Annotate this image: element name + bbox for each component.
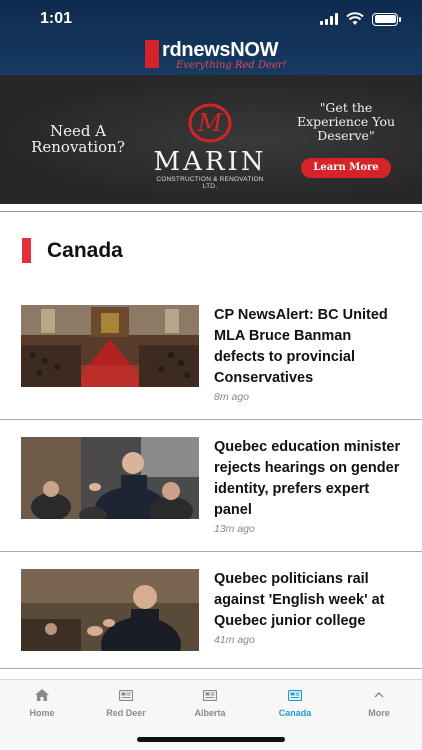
article-item[interactable]: Quebec education minister rejects hearin… xyxy=(0,437,422,552)
article-item[interactable]: CP NewsAlert: BC United MLA Bruce Banman… xyxy=(0,305,422,420)
article-timestamp: 13m ago xyxy=(214,523,255,535)
politician-speaking-photo-icon xyxy=(21,569,199,651)
newspaper-icon xyxy=(203,689,217,701)
logo-mark xyxy=(145,40,159,68)
article-title[interactable]: Quebec politicians rail against 'English… xyxy=(214,569,404,632)
home-indicator xyxy=(137,737,285,742)
status-bar: 1:01 xyxy=(0,0,422,38)
divider xyxy=(0,211,422,212)
ad-brand-name: MARIN xyxy=(153,147,267,177)
chevron-up-icon xyxy=(374,692,384,698)
status-icons xyxy=(320,12,401,26)
newspaper-icon xyxy=(288,689,302,701)
logo-title: rdnewsNOW xyxy=(162,39,279,61)
ad-headline: Need A Renovation? xyxy=(31,122,125,156)
article-item[interactable]: Quebec politicians rail against 'English… xyxy=(0,569,422,669)
divider xyxy=(0,668,422,669)
app-header: 1:01 rdnewsNOW Everything Red Deer! xyxy=(0,0,422,75)
article-timestamp: 41m ago xyxy=(214,634,255,646)
divider xyxy=(0,419,422,420)
ad-brand: M MARIN CONSTRUCTION & RENOVATION LTD. xyxy=(150,103,270,190)
assembly-speaker-photo-icon xyxy=(21,437,199,519)
tab-label: More xyxy=(368,708,390,718)
article-timestamp: 8m ago xyxy=(214,391,250,403)
wifi-icon xyxy=(346,12,364,25)
tab-label: Red Deer xyxy=(106,708,146,718)
ad-slogan: "Get the Experience You Deserve" xyxy=(296,100,396,143)
svg-text:M: M xyxy=(197,109,224,137)
article-thumbnail[interactable] xyxy=(21,437,199,519)
tab-alberta[interactable]: Alberta xyxy=(168,688,252,718)
learn-more-button[interactable]: Learn More xyxy=(301,158,391,178)
section-title: Canada xyxy=(47,238,123,262)
battery-icon xyxy=(372,12,401,26)
ad-brand-subtitle: CONSTRUCTION & RENOVATION LTD. xyxy=(156,176,264,190)
tab-home[interactable]: Home xyxy=(0,688,84,718)
article-thumbnail[interactable] xyxy=(21,305,199,387)
tab-canada[interactable]: Canada xyxy=(253,688,337,718)
section-heading: Canada xyxy=(22,238,123,263)
tab-more[interactable]: More xyxy=(337,688,421,718)
app-logo[interactable]: rdnewsNOW Everything Red Deer! xyxy=(145,39,287,71)
tab-label: Canada xyxy=(278,708,312,718)
legislature-photo-icon xyxy=(21,305,199,387)
ad-banner[interactable]: Need A Renovation? M MARIN CONSTRUCTION … xyxy=(0,75,422,204)
tab-red-deer[interactable]: Red Deer xyxy=(84,688,168,718)
newspaper-icon xyxy=(119,689,133,701)
tab-label: Alberta xyxy=(194,708,226,718)
article-title[interactable]: Quebec education minister rejects hearin… xyxy=(214,437,404,521)
marin-logo-icon: M xyxy=(188,103,232,143)
divider xyxy=(0,551,422,552)
logo-tagline: Everything Red Deer! xyxy=(176,60,287,71)
status-time: 1:01 xyxy=(40,10,73,27)
signal-icon xyxy=(320,13,338,25)
section-accent-bar xyxy=(22,238,31,263)
article-title[interactable]: CP NewsAlert: BC United MLA Bruce Banman… xyxy=(214,305,404,389)
tab-label: Home xyxy=(29,708,55,718)
home-icon xyxy=(35,689,49,701)
article-thumbnail[interactable] xyxy=(21,569,199,651)
